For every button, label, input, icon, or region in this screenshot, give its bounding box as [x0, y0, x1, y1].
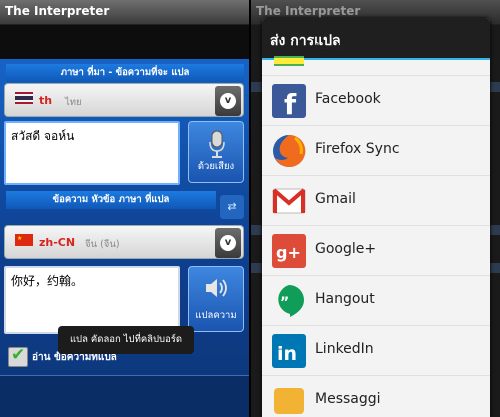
- translate-button[interactable]: แปลความ: [188, 266, 244, 332]
- app-title-bar: The Interpreter: [0, 0, 249, 25]
- copied-toast: แปล คัดลอก ไปที่คลิปบอร์ด: [58, 326, 194, 354]
- translated-text-output[interactable]: 你好，约翰。: [4, 266, 180, 334]
- app-title: The Interpreter: [5, 4, 110, 18]
- checkbox-box[interactable]: ✔: [8, 345, 28, 367]
- firefox-icon: [273, 134, 306, 167]
- source-lang-name: ไทย: [65, 97, 82, 108]
- testo-app-icon: [274, 56, 304, 66]
- target-language-dropdown[interactable]: ★ zh-CN จีน (จีน) v: [4, 225, 244, 259]
- target-lang-name: จีน (จีน): [85, 239, 120, 250]
- share-item-label: Firefox Sync: [315, 141, 400, 157]
- share-item-label: Messaggi: [315, 391, 381, 407]
- translate-button-label: แปลความ: [195, 310, 237, 321]
- target-section-header: ข้อความ หัวข้อ ภาษา ที่แปล: [6, 191, 216, 209]
- share-item-hangout[interactable]: ” Hangout: [262, 276, 490, 326]
- share-item-label: Gmail: [315, 191, 356, 207]
- swap-arrows-icon: ⇄: [227, 200, 237, 213]
- source-text-input[interactable]: สวัสดี จอห์น: [4, 121, 180, 185]
- share-item-label: LinkedIn: [315, 341, 374, 357]
- chevron-down-icon: v: [220, 235, 236, 251]
- bottom-bar: [0, 375, 249, 417]
- china-flag-icon: ★: [15, 234, 33, 246]
- share-app-list: testo f Facebook Firefox Sync Gmail g+ G…: [262, 41, 490, 417]
- source-language-dropdown[interactable]: th ไทย v: [4, 83, 244, 117]
- swap-languages-button[interactable]: ⇄: [220, 195, 244, 219]
- voice-input-button[interactable]: ด้วยเสียง: [188, 121, 244, 183]
- source-lang-code: th: [39, 94, 53, 107]
- source-section-header: ภาษา ที่มา - ข้อความที่จะ แปล: [6, 64, 244, 82]
- messaging-icon: [274, 388, 304, 414]
- share-item-label: Hangout: [315, 291, 375, 307]
- voice-button-label: ด้วยเสียง: [197, 161, 235, 172]
- speaker-icon: [206, 279, 227, 297]
- share-item-facebook[interactable]: f Facebook: [262, 76, 490, 126]
- share-item-testo[interactable]: testo: [262, 26, 490, 76]
- app-title-dimmed: The Interpreter: [256, 4, 361, 18]
- share-item-firefox-sync[interactable]: Firefox Sync: [262, 126, 490, 176]
- thailand-flag-icon: [15, 92, 33, 104]
- share-item-linkedin[interactable]: in LinkedIn: [262, 326, 490, 376]
- gmail-icon: [272, 188, 306, 214]
- checkmark-icon: ✔: [11, 345, 26, 365]
- svg-text:g+: g+: [276, 243, 301, 262]
- interpreter-screen: The Interpreter ภาษา ที่มา - ข้อความที่จ…: [0, 0, 249, 417]
- svg-text:”: ”: [280, 295, 289, 311]
- target-lang-code: zh-CN: [39, 236, 76, 249]
- svg-text:★: ★: [17, 235, 22, 242]
- share-item-messaging[interactable]: Messaggi: [262, 376, 490, 417]
- target-dropdown-button[interactable]: v: [215, 228, 241, 258]
- hangout-icon: ”: [278, 285, 304, 317]
- facebook-icon: f: [272, 84, 306, 118]
- google-plus-icon: g+: [272, 234, 306, 268]
- share-item-label: testo: [315, 41, 351, 57]
- share-item-label: Facebook: [315, 91, 381, 107]
- share-dialog: ส่ง การแปล testo f Facebook Firefox Sync: [262, 18, 490, 417]
- svg-text:f: f: [284, 88, 297, 118]
- svg-text:in: in: [277, 343, 297, 365]
- chevron-down-icon: v: [220, 93, 236, 109]
- share-item-google-plus[interactable]: g+ Google+: [262, 226, 490, 276]
- share-item-gmail[interactable]: Gmail: [262, 176, 490, 226]
- share-item-label: Google+: [315, 241, 377, 257]
- microphone-icon: [209, 130, 225, 158]
- linkedin-icon: in: [272, 334, 306, 368]
- source-dropdown-button[interactable]: v: [215, 86, 241, 116]
- ad-strip: [0, 25, 249, 59]
